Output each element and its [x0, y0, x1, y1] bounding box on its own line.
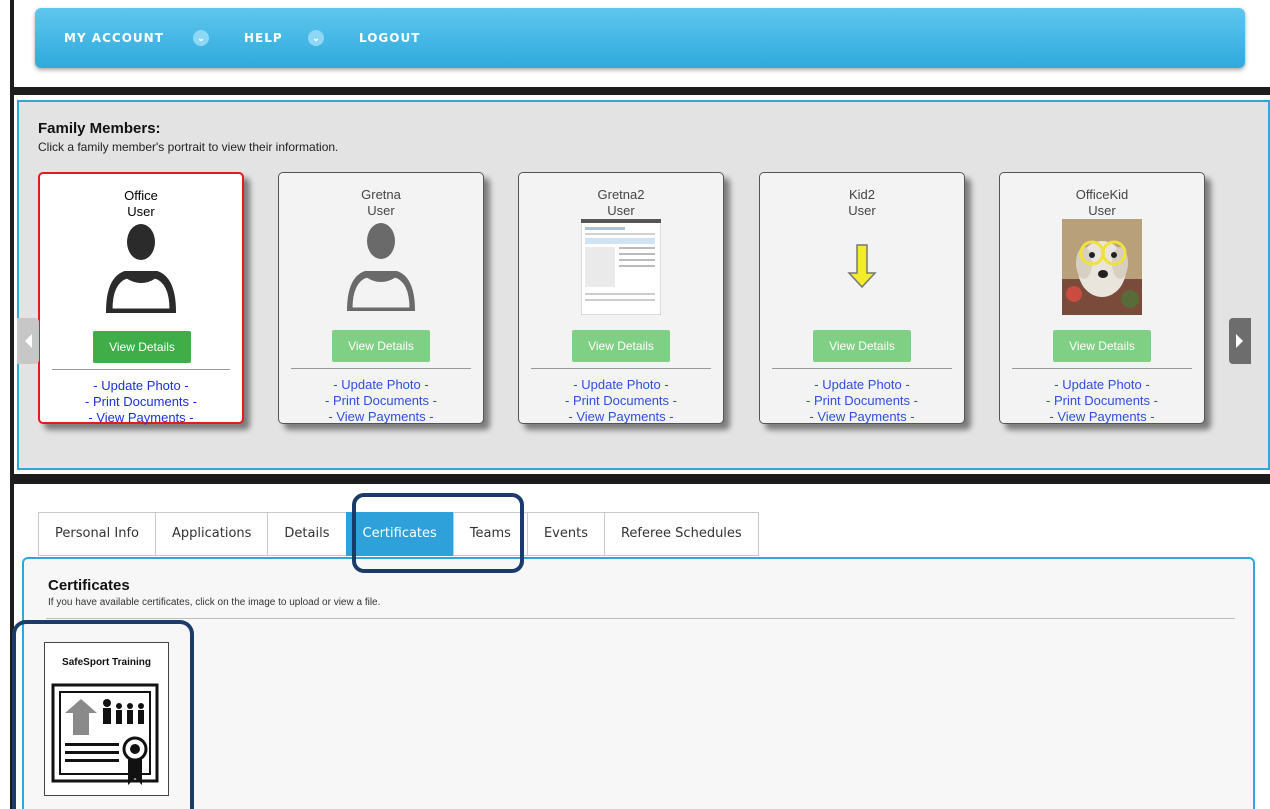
family-members-title: Family Members:: [38, 120, 161, 137]
print-documents-link[interactable]: - Print Documents -: [40, 394, 242, 410]
carousel-next-button[interactable]: [1229, 318, 1251, 364]
update-photo-link[interactable]: - Update Photo -: [760, 377, 964, 393]
update-photo-link[interactable]: - Update Photo -: [519, 377, 723, 393]
print-documents-link[interactable]: - Print Documents -: [1000, 393, 1204, 409]
page-root: MY ACCOUNT ⌄ HELP ⌄ LOGOUT Family Member…: [0, 0, 1270, 809]
update-photo-link[interactable]: - Update Photo -: [1000, 377, 1204, 393]
member-last-name: User: [848, 203, 876, 218]
view-details-button[interactable]: View Details: [332, 330, 430, 362]
print-documents-link[interactable]: - Print Documents -: [279, 393, 483, 409]
family-members-panel: Family Members: Click a family member's …: [17, 100, 1270, 470]
tab-certificates[interactable]: Certificates: [345, 512, 453, 556]
carousel-prev-button[interactable]: [17, 318, 39, 364]
card-divider: [1012, 368, 1192, 369]
certificates-subtitle: If you have available certificates, clic…: [48, 597, 381, 608]
view-details-button[interactable]: View Details: [93, 331, 191, 363]
certificate-upload-icon[interactable]: [51, 677, 161, 787]
chevron-right-icon: [1236, 334, 1243, 348]
member-first-name: Kid2: [848, 187, 876, 202]
panel-divider: [46, 618, 1235, 619]
left-frame-edge: [10, 0, 14, 809]
certificate-label: SafeSport Training: [62, 657, 151, 668]
section-divider: [14, 87, 1270, 95]
family-members-subtitle: Click a family member's portrait to view…: [38, 140, 339, 154]
help-dropdown-icon[interactable]: ⌄: [308, 30, 324, 46]
nav-help[interactable]: HELP: [244, 31, 283, 45]
family-member-card[interactable]: Kid2 User View Details - Update Photo - …: [759, 172, 965, 424]
top-nav-bar: MY ACCOUNT ⌄ HELP ⌄ LOGOUT: [35, 8, 1245, 68]
member-first-name: Gretna2: [597, 187, 645, 202]
view-details-button[interactable]: View Details: [813, 330, 911, 362]
certificates-panel: Certificates If you have available certi…: [22, 557, 1255, 809]
view-payments-link[interactable]: - View Payments -: [40, 410, 242, 426]
card-divider: [772, 368, 952, 369]
member-last-name: User: [127, 204, 155, 219]
member-last-name: User: [1088, 203, 1116, 218]
view-details-button[interactable]: View Details: [1053, 330, 1151, 362]
member-links: - Update Photo - - Print Documents - - V…: [1000, 377, 1204, 425]
view-payments-link[interactable]: - View Payments -: [279, 409, 483, 425]
update-photo-link[interactable]: - Update Photo -: [279, 377, 483, 393]
certificates-title: Certificates: [48, 577, 130, 594]
dog-photo[interactable]: [1062, 219, 1142, 315]
view-payments-link[interactable]: - View Payments -: [760, 409, 964, 425]
tab-personal-info[interactable]: Personal Info: [38, 512, 155, 556]
tab-teams[interactable]: Teams: [452, 512, 527, 556]
down-arrow-icon[interactable]: [822, 219, 902, 315]
member-links: - Update Photo - - Print Documents - - V…: [279, 377, 483, 425]
section-divider: [14, 474, 1270, 484]
nav-logout[interactable]: LOGOUT: [359, 31, 420, 45]
member-first-name: Office: [124, 188, 158, 203]
family-member-card[interactable]: Office User View Details - Update Photo …: [38, 172, 244, 426]
view-payments-link[interactable]: - View Payments -: [1000, 409, 1204, 425]
member-first-name: Gretna: [361, 187, 401, 202]
view-details-button[interactable]: View Details: [572, 330, 670, 362]
my-account-dropdown-icon[interactable]: ⌄: [193, 30, 209, 46]
view-payments-link[interactable]: - View Payments -: [519, 409, 723, 425]
nav-my-account[interactable]: MY ACCOUNT: [64, 31, 164, 45]
member-links: - Update Photo - - Print Documents - - V…: [40, 378, 242, 426]
member-tabs: Personal Info Applications Details Certi…: [38, 512, 759, 556]
print-documents-link[interactable]: - Print Documents -: [760, 393, 964, 409]
silhouette-outline-icon[interactable]: [341, 219, 421, 315]
family-member-card[interactable]: Gretna2 User View Details - Update Photo…: [518, 172, 724, 424]
card-divider: [52, 369, 230, 370]
tab-referee-schedules[interactable]: Referee Schedules: [603, 512, 759, 556]
update-photo-link[interactable]: - Update Photo -: [40, 378, 242, 394]
member-last-name: User: [367, 203, 395, 218]
silhouette-icon[interactable]: [101, 220, 181, 316]
member-links: - Update Photo - - Print Documents - - V…: [519, 377, 723, 425]
card-divider: [291, 368, 471, 369]
member-links: - Update Photo - - Print Documents - - V…: [760, 377, 964, 425]
certificate-card[interactable]: SafeSport Training: [44, 642, 169, 796]
member-first-name: OfficeKid: [1075, 187, 1129, 202]
tab-details[interactable]: Details: [267, 512, 346, 556]
screenshot-thumbnail[interactable]: [581, 219, 661, 315]
family-member-card[interactable]: Gretna User View Details - Update Photo …: [278, 172, 484, 424]
tab-applications[interactable]: Applications: [155, 512, 268, 556]
print-documents-link[interactable]: - Print Documents -: [519, 393, 723, 409]
card-divider: [531, 368, 711, 369]
family-member-card[interactable]: OfficeKid User View Details - Update Pho…: [999, 172, 1205, 424]
member-last-name: User: [607, 203, 635, 218]
tab-events[interactable]: Events: [526, 512, 604, 556]
chevron-left-icon: [25, 334, 32, 348]
